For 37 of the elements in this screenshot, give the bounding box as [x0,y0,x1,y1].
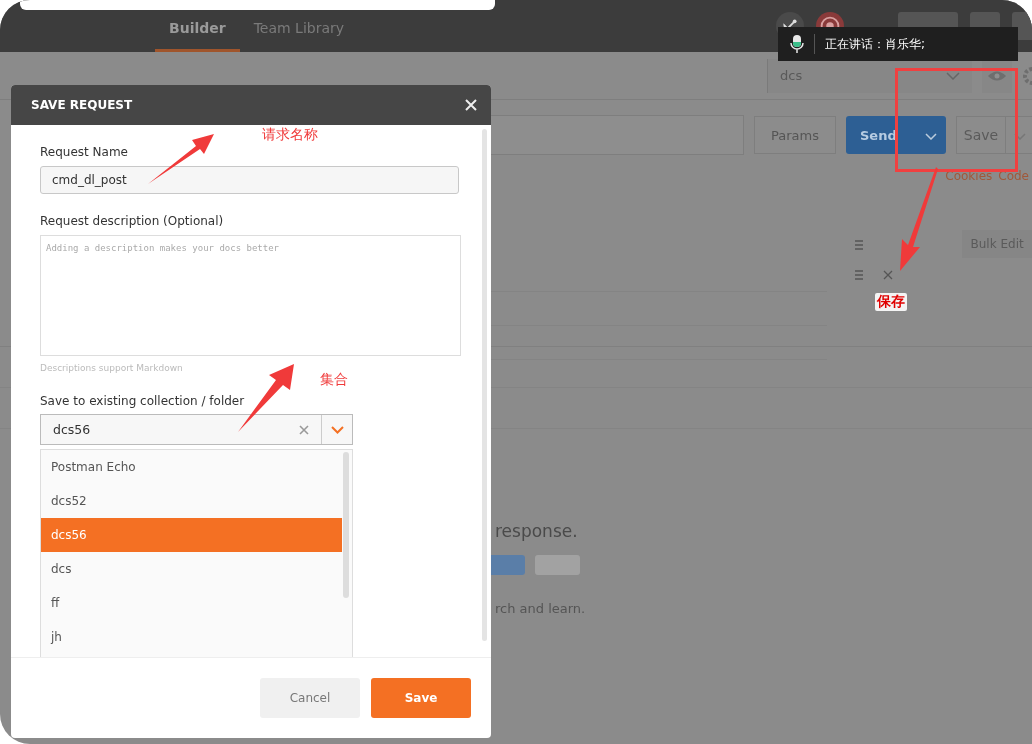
url-field[interactable] [490,115,744,155]
collection-option[interactable]: dcs [41,552,342,586]
microphone-icon [790,35,804,53]
scrollbar[interactable] [343,452,349,598]
field-hint: Descriptions support Markdown [40,363,184,373]
clear-icon[interactable] [299,424,309,435]
field-label: Request description (Optional) [40,214,225,228]
nav-tab[interactable]: Team Library [239,14,359,52]
drag-handle-icon[interactable] [854,240,863,250]
save-button[interactable]: Save [371,678,471,718]
cancel-button[interactable]: Cancel [260,678,360,718]
description-field[interactable]: Adding a description makes your docs better [40,235,461,356]
nav-tab[interactable]: Builder [155,14,240,52]
eye-icon [987,69,1007,82]
scrollbar[interactable] [482,129,487,641]
tooltip-text: 正在讲话：肖乐华; [825,35,926,53]
collection-option[interactable]: dcs52 [41,484,342,518]
send-options-button[interactable] [916,116,946,154]
collection-option[interactable]: ff [41,586,342,620]
annotation-label: 集合 [320,371,348,389]
request-name-field[interactable]: cmd_dl_post [40,166,459,194]
chevron-down-icon[interactable] [330,425,344,434]
response-message: response. [495,521,579,541]
drag-handle-icon[interactable] [854,270,863,280]
annotation-label: 保存 [875,293,907,311]
collection-option[interactable]: dcs56 [41,518,342,552]
collection-option[interactable]: Postman Echo [41,450,342,484]
chevron-down-icon [925,132,937,140]
save-options-button[interactable] [1006,116,1032,154]
collection-option[interactable]: jh [41,620,342,654]
dialog-title: SAVE REQUEST [31,98,133,112]
field-label: Request Name [40,145,129,159]
collection-select[interactable]: dcs56 [40,414,353,445]
chevron-down-icon [1013,132,1026,140]
field-label: Save to existing collection / folder [40,394,246,408]
annotation-label: 请求名称 [262,126,318,144]
chevron-down-icon [946,71,960,80]
